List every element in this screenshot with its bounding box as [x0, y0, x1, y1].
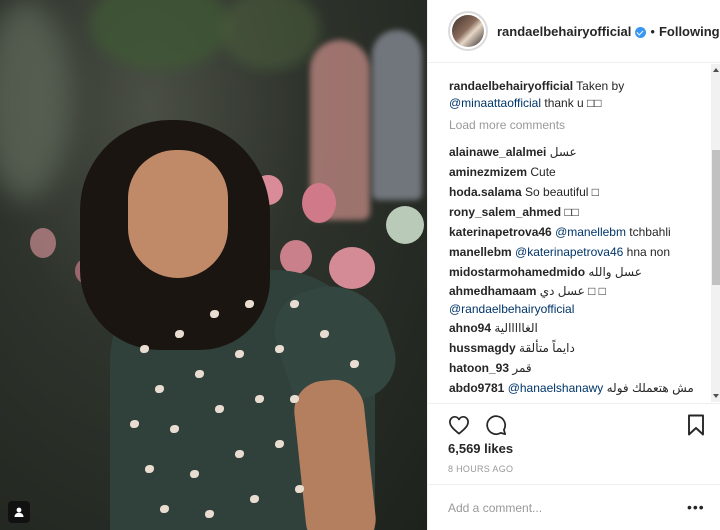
comment-username[interactable]: midostarmohamedmido — [449, 265, 585, 279]
comment-item: aminezmizem Cute — [449, 162, 711, 182]
balloon — [280, 240, 312, 274]
comment-mention[interactable]: @randaelbehairyofficial — [449, 302, 574, 316]
comment-bubble-icon[interactable] — [483, 412, 509, 438]
comment-item: midostarmohamedmido عسل والله — [449, 262, 711, 282]
comment-text: عسل دي □ □ — [539, 284, 606, 298]
comment-username[interactable]: hatoon_93 — [449, 361, 509, 375]
face — [128, 150, 228, 278]
comment-username[interactable]: alainawe_alalmei — [449, 145, 546, 159]
comment-text: Cute — [530, 165, 556, 179]
comment-username[interactable]: manellebm — [449, 245, 512, 259]
verified-badge-icon — [635, 26, 647, 38]
comment-mention[interactable]: @katerinapetrova46 — [515, 245, 623, 259]
comment-item: abdo9781 @hanaelshanawy مش هتعملك فوله — [449, 378, 711, 398]
caption-username[interactable]: randaelbehairyofficial — [449, 79, 573, 93]
post-header: randaelbehairyofficial • Following — [428, 0, 720, 63]
likes-count[interactable]: 6,569 likes — [448, 441, 513, 456]
background-foliage — [220, 0, 320, 70]
comment-username[interactable]: hoda.salama — [449, 185, 522, 199]
add-comment-row: ••• — [428, 484, 720, 530]
load-more-comments-button[interactable]: Load more comments — [449, 118, 711, 132]
comment-item: hussmagdy دايماً متألقة — [449, 338, 711, 358]
header-separator: • — [650, 23, 655, 39]
post-side-panel: randaelbehairyofficial • Following randa… — [427, 0, 720, 530]
caption-mention[interactable]: @minaattaofficial — [449, 96, 541, 110]
more-options-icon[interactable]: ••• — [687, 499, 705, 515]
comment-username[interactable]: aminezmizem — [449, 165, 527, 179]
following-button[interactable]: Following — [659, 24, 720, 39]
caption-text: Taken by — [576, 79, 625, 93]
comment-username[interactable]: hussmagdy — [449, 341, 516, 355]
comment-text: دايماً متألقة — [519, 341, 575, 355]
avatar[interactable] — [448, 11, 488, 51]
comment-text: tchbahli — [629, 225, 671, 239]
comment-text: قمر — [512, 361, 532, 375]
comment-text: عسل والله — [588, 265, 642, 279]
background-light — [0, 0, 70, 200]
instagram-post: randaelbehairyofficial • Following randa… — [0, 0, 720, 530]
caption-tail: thank u □□ — [544, 96, 602, 110]
comment-text: الغااااالية — [494, 321, 538, 335]
comment-username[interactable]: ahmedhamaam — [449, 284, 536, 298]
comments-scrollbar[interactable] — [711, 64, 720, 402]
scroll-down-arrow-icon[interactable] — [713, 394, 719, 398]
background-foliage — [90, 0, 230, 70]
heart-icon[interactable] — [446, 412, 472, 438]
balloon — [30, 228, 56, 258]
add-comment-input[interactable] — [448, 497, 678, 519]
action-bar — [428, 403, 720, 443]
header-username[interactable]: randaelbehairyofficial — [497, 24, 631, 39]
scroll-up-arrow-icon[interactable] — [713, 68, 719, 72]
comment-item: ahmedhamaam عسل دي □ □ @randaelbehairyof… — [449, 282, 711, 318]
comment-text: عسل — [549, 145, 577, 159]
balloon — [302, 183, 336, 223]
comment-username[interactable]: ahno94 — [449, 321, 491, 335]
comment-item: katerinapetrova46 @manellebm tchbahli — [449, 222, 711, 242]
comments-list: randaelbehairyofficial Taken by @minaatt… — [428, 64, 711, 402]
comment-username[interactable]: rony_salem_ahmed — [449, 205, 561, 219]
comment-text: So beautiful □ — [525, 185, 600, 199]
user-tag-icon[interactable] — [8, 501, 30, 523]
comment-username[interactable]: katerinapetrova46 — [449, 225, 552, 239]
balloon — [329, 247, 375, 289]
comment-mention[interactable]: @manellebm — [555, 225, 626, 239]
balloon — [386, 206, 424, 244]
comment-item: ahno94 الغااااالية — [449, 318, 711, 338]
post-photo[interactable] — [0, 0, 427, 530]
comment-text: hna non — [626, 245, 671, 259]
comment-item: rony_salem_ahmed □□ — [449, 202, 711, 222]
scrollbar-thumb[interactable] — [712, 150, 720, 285]
comment-text: □□ — [564, 205, 579, 219]
comment-item: hoda.salama So beautiful □ — [449, 182, 711, 202]
comment-mention[interactable]: @hanaelshanawy — [508, 381, 604, 395]
comment-username[interactable]: abdo9781 — [449, 381, 504, 395]
background-person — [372, 30, 422, 200]
comment-item: hatoon_93 قمر — [449, 358, 711, 378]
post-caption: randaelbehairyofficial Taken by @minaatt… — [449, 78, 699, 112]
comment-item: manellebm @katerinapetrova46 hna non — [449, 242, 711, 262]
comment-item: alainawe_alalmei عسل — [449, 142, 711, 162]
bookmark-icon[interactable] — [683, 412, 709, 438]
post-timestamp[interactable]: 8 HOURS AGO — [448, 464, 513, 474]
comment-text: مش هتعملك فوله — [606, 381, 694, 395]
